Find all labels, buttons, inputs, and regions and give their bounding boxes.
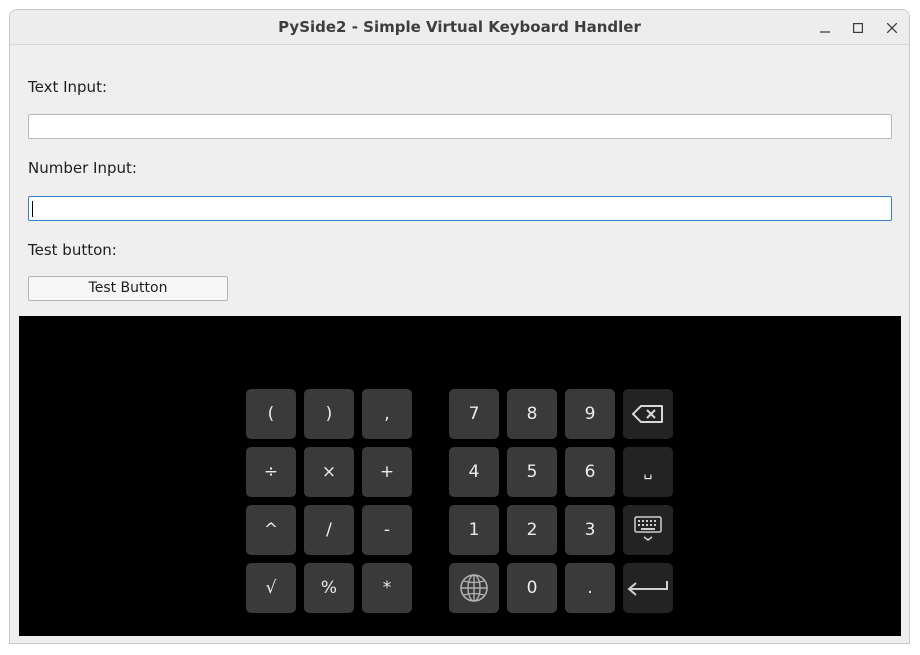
- test-button[interactable]: Test Button: [28, 276, 228, 301]
- key-3[interactable]: 3: [565, 505, 615, 555]
- text-input[interactable]: [28, 114, 892, 139]
- key-minus[interactable]: -: [362, 505, 412, 555]
- hide-keyboard-icon: [634, 516, 662, 541]
- globe-icon: [460, 574, 488, 602]
- key-open-paren[interactable]: (: [246, 389, 296, 439]
- key-9[interactable]: 9: [565, 389, 615, 439]
- key-asterisk[interactable]: *: [362, 563, 412, 613]
- key-8[interactable]: 8: [507, 389, 557, 439]
- backspace-icon: [632, 405, 663, 423]
- text-cursor: [32, 201, 33, 217]
- key-period[interactable]: .: [565, 563, 615, 613]
- maximize-icon: [853, 23, 863, 33]
- key-percent[interactable]: %: [304, 563, 354, 613]
- key-caret[interactable]: ^: [246, 505, 296, 555]
- key-slash[interactable]: /: [304, 505, 354, 555]
- virtual-keyboard: ( ) , ÷ × + ^ / - √ % * 7 8 9 4 5 6 ␣ 1 …: [19, 316, 901, 636]
- key-space[interactable]: ␣: [623, 447, 673, 497]
- key-plus[interactable]: +: [362, 447, 412, 497]
- number-input[interactable]: [28, 196, 892, 221]
- key-6[interactable]: 6: [565, 447, 615, 497]
- key-close-paren[interactable]: ): [304, 389, 354, 439]
- minimize-icon: [820, 31, 830, 33]
- key-5[interactable]: 5: [507, 447, 557, 497]
- window-title: PySide2 - Simple Virtual Keyboard Handle…: [278, 18, 641, 36]
- key-4[interactable]: 4: [449, 447, 499, 497]
- key-comma[interactable]: ,: [362, 389, 412, 439]
- maximize-button[interactable]: [848, 18, 868, 38]
- key-hide-keyboard[interactable]: [623, 505, 673, 555]
- close-button[interactable]: [882, 18, 902, 38]
- key-2[interactable]: 2: [507, 505, 557, 555]
- minimize-button[interactable]: [815, 18, 835, 38]
- key-backspace[interactable]: [623, 389, 673, 439]
- app-window: PySide2 - Simple Virtual Keyboard Handle…: [9, 9, 910, 644]
- key-0[interactable]: 0: [507, 563, 557, 613]
- key-7[interactable]: 7: [449, 389, 499, 439]
- key-sqrt[interactable]: √: [246, 563, 296, 613]
- title-bar: PySide2 - Simple Virtual Keyboard Handle…: [10, 10, 909, 45]
- test-button-label: Test button:: [28, 241, 117, 259]
- text-input-label: Text Input:: [28, 78, 107, 96]
- enter-icon: [627, 581, 668, 596]
- close-icon: [887, 23, 897, 33]
- key-divide[interactable]: ÷: [246, 447, 296, 497]
- key-language[interactable]: [449, 563, 499, 613]
- number-input-label: Number Input:: [28, 159, 137, 177]
- key-enter[interactable]: [623, 563, 673, 613]
- key-1[interactable]: 1: [449, 505, 499, 555]
- key-multiply[interactable]: ×: [304, 447, 354, 497]
